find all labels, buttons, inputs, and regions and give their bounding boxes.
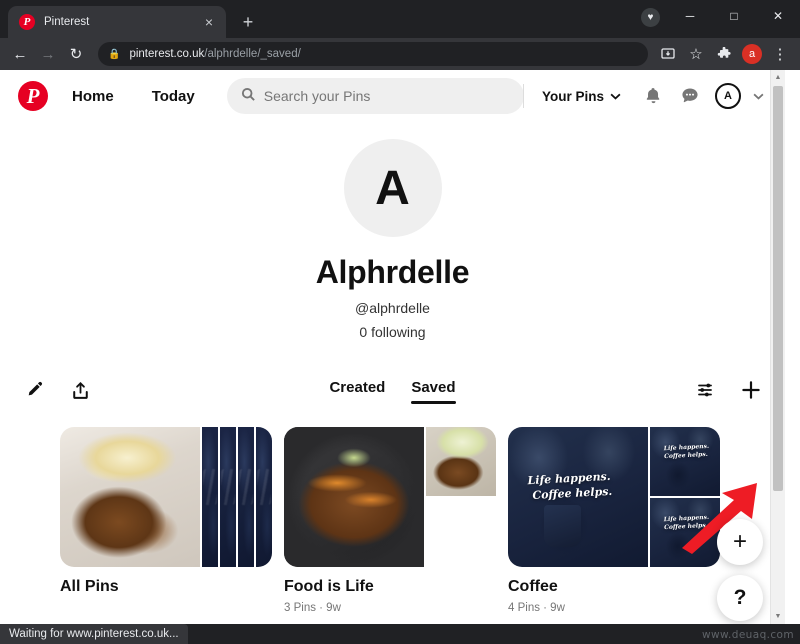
board-cover: Life happens. Coffee helps. Life happens…: [508, 427, 720, 567]
board-cover-thumb: [238, 427, 254, 567]
profile-avatar: A: [343, 139, 442, 237]
board-card[interactable]: All Pins: [60, 427, 272, 614]
reload-icon[interactable]: ↻: [62, 40, 90, 68]
url-path: /alphrdelle/_saved/: [204, 48, 301, 60]
pinterest-logo-icon[interactable]: P: [18, 81, 48, 111]
scroll-up-arrow-icon[interactable]: ▲: [771, 70, 785, 85]
board-meta: 4 Pins · 9w: [508, 602, 565, 614]
coffee-overlay-text: Life happens. Coffee helps.: [526, 469, 613, 502]
board-cover-thumb: Life happens. Coffee helps.: [650, 427, 720, 496]
help-fab-button[interactable]: ?: [717, 575, 763, 621]
tab-created[interactable]: Created: [329, 379, 385, 402]
board-meta: 3 Pins · 9w: [284, 602, 341, 614]
board-cover-thumb: [426, 427, 496, 496]
profile-handle: @alphrdelle: [355, 300, 430, 316]
board-cover-thumb: [220, 427, 236, 567]
back-icon[interactable]: ←: [6, 40, 34, 68]
close-window-button[interactable]: ✕: [756, 0, 800, 32]
page-scrollbar[interactable]: ▲ ▼: [770, 70, 785, 624]
browser-window: P Pinterest × + ♥ ─ □ ✕ ← → ↻ 🔒 pinteres…: [0, 0, 800, 644]
site-watermark: www.deuaq.com: [702, 629, 794, 641]
forward-icon[interactable]: →: [34, 40, 62, 68]
browser-toolbar: ← → ↻ 🔒 pinterest.co.uk/alphrdelle/_save…: [0, 38, 800, 70]
messages-chat-icon[interactable]: [675, 81, 705, 111]
window-controls: ─ □ ✕: [668, 0, 800, 32]
profile-section: A Alphrdelle @alphrdelle 0 following: [0, 122, 785, 340]
account-avatar[interactable]: A: [715, 83, 741, 109]
board-cover-thumb: [256, 427, 272, 567]
nav-home[interactable]: Home: [58, 80, 128, 113]
search-divider: [522, 84, 524, 108]
minimize-button[interactable]: ─: [668, 0, 712, 32]
board-title: Food is Life: [284, 578, 374, 595]
browser-tab-strip: P Pinterest × + ♥ ─ □ ✕: [0, 0, 800, 38]
board-cover: [284, 427, 496, 567]
search-input[interactable]: Search your Pins: [226, 78, 524, 114]
board-cover-thumbs: [202, 427, 272, 567]
coffee-cup-shape: [544, 505, 581, 548]
bookmark-star-icon[interactable]: ☆: [682, 40, 710, 68]
profile-tabs-row: Created Saved: [0, 367, 785, 413]
page-viewport: P Home Today Search your Pins Your Pins: [0, 70, 800, 624]
board-title: Coffee: [508, 578, 558, 595]
board-cover-thumb: [202, 427, 218, 567]
tab-saved[interactable]: Saved: [411, 379, 456, 404]
new-tab-button[interactable]: +: [234, 8, 262, 36]
your-pins-label: Your Pins: [541, 88, 604, 104]
board-title: All Pins: [60, 578, 119, 595]
puzzle-extensions-icon[interactable]: [710, 40, 738, 68]
profile-following-count[interactable]: 0 following: [0, 324, 785, 340]
pinterest-page: P Home Today Search your Pins Your Pins: [0, 70, 785, 624]
your-pins-dropdown[interactable]: Your Pins: [532, 81, 631, 112]
address-bar[interactable]: 🔒 pinterest.co.uk/alphrdelle/_saved/: [98, 42, 648, 66]
scroll-down-arrow-icon[interactable]: ▼: [771, 609, 785, 624]
board-card[interactable]: Life happens. Coffee helps. Life happens…: [508, 427, 720, 614]
create-fab-button[interactable]: +: [717, 519, 763, 565]
search-icon: [241, 87, 256, 105]
board-card[interactable]: Food is Life 3 Pins · 9w: [284, 427, 496, 614]
board-cover-image-main: [60, 427, 200, 567]
sliders-filter-icon[interactable]: [695, 378, 719, 402]
add-board-plus-icon[interactable]: [739, 378, 763, 402]
board-cover: [60, 427, 272, 567]
coffee-overlay-text-small: Life happens. Coffee helps.: [663, 513, 710, 531]
pinterest-header: P Home Today Search your Pins Your Pins: [0, 70, 785, 122]
browser-menu-icon[interactable]: ⋮: [766, 40, 794, 68]
browser-status-bar: Waiting for www.pinterest.co.uk...: [0, 624, 188, 644]
profile-display-name: Alphrdelle: [315, 254, 470, 290]
profile-avatar-browser[interactable]: a: [742, 44, 762, 64]
nav-today[interactable]: Today: [138, 80, 209, 113]
board-cover-thumbs: Life happens. Coffee helps. Life happens…: [650, 427, 720, 567]
browser-tab[interactable]: P Pinterest ×: [8, 6, 226, 38]
board-cover-image-main: Life happens. Coffee helps.: [508, 427, 648, 567]
coffee-overlay-text-small: Life happens. Coffee helps.: [663, 442, 710, 460]
account-chevron-down-icon[interactable]: [743, 81, 773, 111]
maximize-button[interactable]: □: [712, 0, 756, 32]
url-domain: pinterest.co.uk: [129, 48, 205, 60]
heart-indicator-icon: ♥: [641, 8, 660, 27]
board-cover-thumb: Life happens. Coffee helps.: [650, 498, 720, 567]
tab-close-icon[interactable]: ×: [200, 13, 218, 31]
board-cover-thumbs: [426, 427, 496, 567]
tab-title: Pinterest: [44, 16, 90, 28]
chevron-down-icon: [610, 93, 621, 100]
notifications-bell-icon[interactable]: [638, 81, 668, 111]
install-app-icon[interactable]: [654, 40, 682, 68]
board-cover-thumb: [426, 498, 496, 567]
boards-grid: All Pins Food is Life 3 Pins · 9w Life h…: [0, 427, 785, 614]
board-cover-image-main: [284, 427, 424, 567]
pinterest-favicon-icon: P: [19, 14, 35, 30]
lock-icon: 🔒: [108, 48, 121, 60]
scrollbar-thumb[interactable]: [773, 86, 783, 491]
search-placeholder: Search your Pins: [263, 88, 371, 104]
